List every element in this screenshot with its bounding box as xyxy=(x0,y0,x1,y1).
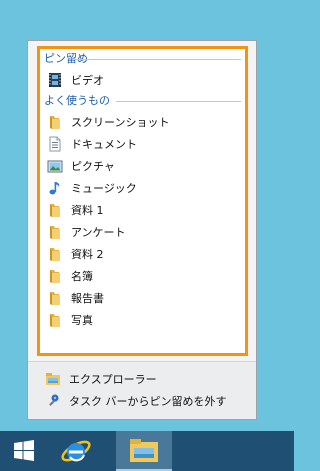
jump-list: ピン留め ビデオ よく使うもの スクリーンショット ドキュメント ピクチャ ミュ… xyxy=(27,40,257,420)
pinned-item-video[interactable]: ビデオ xyxy=(40,69,245,91)
open-explorer-action[interactable]: エクスプローラー xyxy=(28,368,256,390)
frequent-section-header: よく使うもの xyxy=(40,91,245,111)
folder-icon xyxy=(50,314,60,327)
jump-list-items-pane: ピン留め ビデオ よく使うもの スクリーンショット ドキュメント ピクチャ ミュ… xyxy=(37,46,248,356)
internet-explorer-button[interactable] xyxy=(54,431,98,471)
pinned-section-header: ピン留め xyxy=(40,49,245,69)
frequent-item-label: 資料 2 xyxy=(71,248,104,261)
folder-icon xyxy=(50,204,60,217)
frequent-item-photos[interactable]: 写真 xyxy=(40,309,245,331)
frequent-header-label: よく使うもの xyxy=(44,94,110,107)
start-button[interactable] xyxy=(2,431,46,471)
pinned-header-divider xyxy=(74,59,241,60)
music-icon xyxy=(49,182,60,195)
frequent-header-divider xyxy=(116,101,241,102)
unpin-from-taskbar-action[interactable]: タスク バーからピン留めを外す xyxy=(28,390,256,412)
unpin-icon xyxy=(49,394,59,406)
jump-list-actions: エクスプローラー タスク バーからピン留めを外す xyxy=(28,361,256,419)
frequent-item-documents[interactable]: ドキュメント xyxy=(40,133,245,155)
frequent-item-label: ピクチャ xyxy=(71,160,115,173)
frequent-item-label: アンケート xyxy=(71,226,126,239)
frequent-item-pictures[interactable]: ピクチャ xyxy=(40,155,245,177)
frequent-item-label: 資料 1 xyxy=(71,204,104,217)
action-label: タスク バーからピン留めを外す xyxy=(69,395,227,408)
folder-icon xyxy=(50,248,60,261)
frequent-item-label: ドキュメント xyxy=(71,138,137,151)
folder-icon xyxy=(50,292,60,305)
internet-explorer-icon xyxy=(61,440,91,462)
frequent-item-material-1[interactable]: 資料 1 xyxy=(40,199,245,221)
document-icon xyxy=(49,136,61,152)
file-explorer-taskbar-button[interactable] xyxy=(116,431,172,471)
frequent-item-label: 名簿 xyxy=(71,270,93,283)
video-icon xyxy=(49,73,61,87)
frequent-item-survey[interactable]: アンケート xyxy=(40,221,245,243)
frequent-item-music[interactable]: ミュージック xyxy=(40,177,245,199)
frequent-item-roster[interactable]: 名簿 xyxy=(40,265,245,287)
frequent-item-label: 写真 xyxy=(71,314,93,327)
folder-icon xyxy=(50,226,60,239)
file-explorer-icon xyxy=(130,439,158,462)
pinned-item-label: ビデオ xyxy=(71,74,104,87)
taskbar xyxy=(0,431,294,471)
folder-icon xyxy=(50,116,60,129)
frequent-item-screenshot[interactable]: スクリーンショット xyxy=(40,111,245,133)
frequent-item-label: 報告書 xyxy=(71,292,104,305)
frequent-item-label: ミュージック xyxy=(71,182,137,195)
frequent-item-material-2[interactable]: 資料 2 xyxy=(40,243,245,265)
frequent-item-report[interactable]: 報告書 xyxy=(40,287,245,309)
folder-icon xyxy=(50,270,60,283)
windows-logo-icon xyxy=(14,440,34,461)
picture-icon xyxy=(47,160,63,173)
frequent-item-label: スクリーンショット xyxy=(71,116,170,129)
action-label: エクスプローラー xyxy=(69,373,157,386)
explorer-icon xyxy=(46,373,60,385)
